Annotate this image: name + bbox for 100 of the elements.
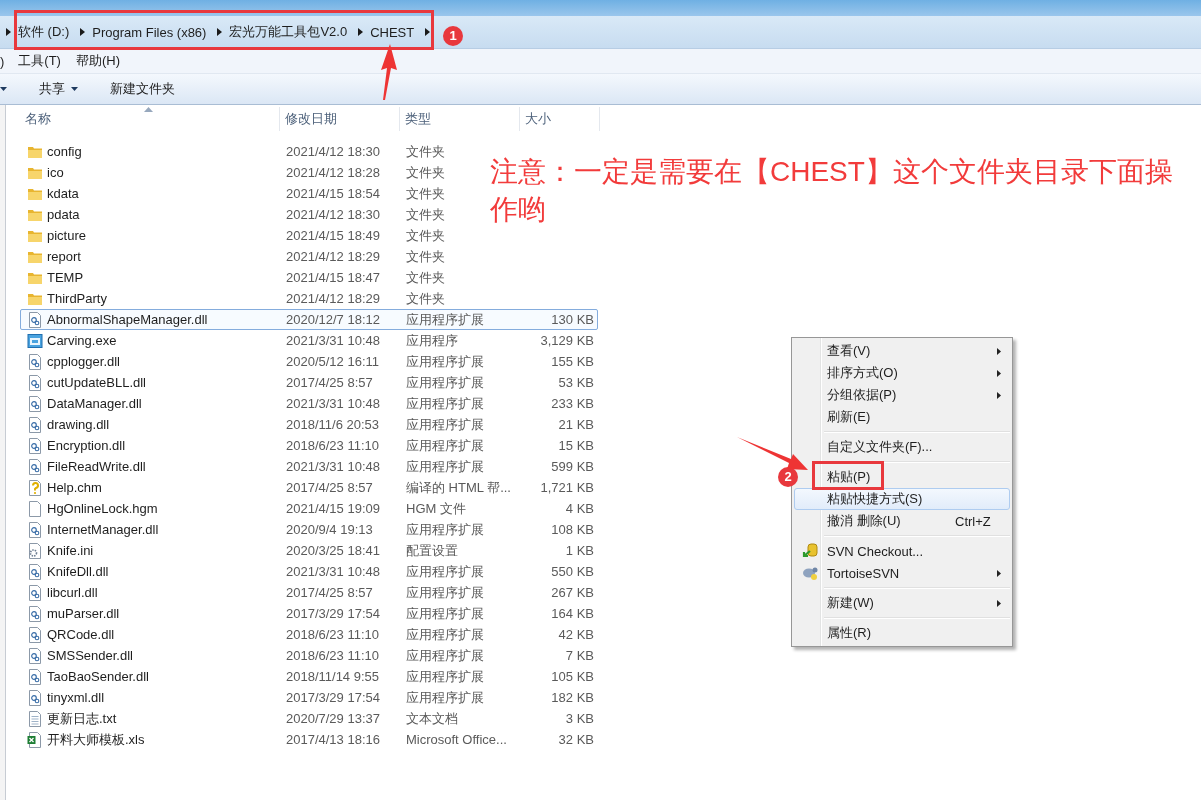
file-name[interactable]: report (47, 249, 81, 264)
column-header[interactable]: 名称 (20, 107, 280, 131)
file-name[interactable]: pdata (47, 207, 80, 222)
file-name[interactable]: tinyxml.dll (47, 690, 105, 705)
size-cell: 7 KB (565, 648, 594, 663)
size-cell: 53 KB (558, 375, 594, 390)
file-name[interactable]: Help.chm (47, 480, 102, 495)
breadcrumb-item[interactable]: 宏光万能工具包V2.0 (229, 23, 348, 41)
checkout-icon (801, 542, 819, 560)
file-name[interactable]: HgOnlineLock.hgm (47, 501, 158, 516)
type-cell: Microsoft Office... (406, 732, 507, 747)
column-header[interactable]: 修改日期 (280, 107, 400, 131)
size-cell: 21 KB (558, 417, 594, 432)
menu-item[interactable]: 工具(T) (18, 52, 61, 70)
type-cell: 应用程序扩展 (406, 584, 484, 600)
file-name[interactable]: SMSSender.dll (47, 648, 133, 663)
dll-file-icon (27, 311, 43, 328)
file-name[interactable]: kdata (47, 186, 79, 201)
column-header[interactable]: 类型 (400, 107, 520, 131)
menu-item[interactable]: 查看(V) (794, 340, 1010, 362)
size-cell: 599 KB (551, 459, 594, 474)
type-cell: 文件夹 (406, 164, 445, 180)
date-cell: 2021/3/31 10:48 (286, 564, 380, 579)
breadcrumb-item[interactable]: CHEST (370, 24, 415, 40)
date-cell: 2021/4/12 18:30 (286, 207, 380, 222)
file-name[interactable]: ThirdParty (47, 291, 107, 306)
toolbar-button[interactable]: 共享 (33, 78, 84, 100)
type-cell: 文本文档 (406, 710, 458, 726)
application-icon (27, 332, 43, 349)
menu-item[interactable]: SVN Checkout... (794, 540, 1010, 562)
chevron-icon (6, 28, 11, 36)
text-file-icon (27, 710, 43, 727)
file-name[interactable]: cutUpdateBLL.dll (47, 375, 146, 390)
size-cell: 130 KB (551, 312, 594, 327)
file-name[interactable]: picture (47, 228, 87, 243)
size-cell: 164 KB (551, 606, 594, 621)
breadcrumb-item[interactable]: 软件 (D:) (18, 23, 70, 41)
date-cell: 2018/11/14 9:55 (286, 669, 379, 684)
date-cell: 2017/3/29 17:54 (286, 690, 380, 705)
file-name[interactable]: drawing.dll (47, 417, 110, 432)
type-cell: 文件夹 (406, 185, 445, 201)
menu-item[interactable]: 属性(R) (794, 622, 1010, 644)
dll-file-icon (27, 563, 43, 580)
date-cell: 2021/4/15 18:47 (286, 270, 380, 285)
column-header[interactable]: 大小 (520, 107, 600, 131)
dll-file-icon (27, 647, 43, 664)
file-name[interactable]: 开料大师模板.xls (47, 730, 145, 749)
file-name[interactable]: TEMP (47, 270, 84, 285)
spreadsheet-file-icon (27, 731, 43, 748)
date-cell: 2018/6/23 11:10 (286, 438, 379, 453)
dll-file-icon (27, 584, 43, 601)
file-name[interactable]: KnifeDll.dll (47, 564, 109, 579)
size-cell: 4 KB (565, 501, 594, 516)
date-cell: 2021/4/12 18:29 (286, 291, 380, 306)
menu-item[interactable]: 分组依据(P) (794, 384, 1010, 406)
menu-item[interactable]: 撤消 删除(U) Ctrl+Z (794, 510, 1010, 532)
chevron-icon (80, 28, 86, 36)
file-name[interactable]: cpplogger.dll (47, 354, 120, 369)
dll-file-icon (27, 395, 43, 412)
file-name[interactable]: libcurl.dll (47, 585, 98, 600)
menu-item[interactable]: ) (0, 53, 5, 69)
dll-file-icon (27, 626, 43, 643)
dll-file-icon (27, 605, 43, 622)
type-cell: 应用程序扩展 (406, 311, 484, 327)
help-file-icon (27, 479, 43, 496)
file-name[interactable]: TaoBaoSender.dll (47, 669, 149, 684)
menu-item[interactable]: 自定义文件夹(F)... (794, 436, 1010, 458)
toolbar-button[interactable]: 新建文件夹 (104, 78, 181, 100)
file-name[interactable]: QRCode.dll (47, 627, 115, 642)
file-name[interactable]: Carving.exe (47, 333, 117, 348)
file-name[interactable]: FileReadWrite.dll (47, 459, 146, 474)
date-cell: 2021/3/31 10:48 (286, 396, 380, 411)
file-name[interactable]: ico (47, 165, 64, 180)
menu-item[interactable]: TortoiseSVN (794, 562, 1010, 584)
file-name[interactable]: DataManager.dll (47, 396, 142, 411)
menu-item[interactable]: 新建(W) (794, 592, 1010, 614)
menu-item[interactable]: 刷新(E) (794, 406, 1010, 428)
menu-item[interactable]: 排序方式(O) (794, 362, 1010, 384)
menu-item[interactable]: 帮助(H) (75, 52, 120, 70)
file-name[interactable]: Encryption.dll (47, 438, 126, 453)
dll-file-icon (27, 521, 43, 538)
selected-file-row[interactable]: AbnormalShapeManager.dll 2020/12/7 18:12 应用程序扩展 130 KB (20, 309, 598, 330)
file-name[interactable]: Knife.ini (47, 543, 94, 558)
file-name[interactable]: AbnormalShapeManager.dll (47, 312, 208, 327)
date-cell: 2017/4/25 8:57 (286, 585, 373, 600)
size-cell: 1 KB (565, 543, 594, 558)
type-cell: 文件夹 (406, 290, 445, 306)
breadcrumb-item[interactable]: Program Files (x86) (92, 24, 207, 40)
type-cell: 应用程序扩展 (406, 437, 484, 453)
size-cell: 108 KB (551, 522, 594, 537)
menu-item[interactable]: 粘贴快捷方式(S) (794, 488, 1010, 510)
date-cell: 2020/9/4 19:13 (286, 522, 373, 537)
date-cell: 2021/4/12 18:28 (286, 165, 380, 180)
type-cell: 文件夹 (406, 143, 445, 159)
file-name[interactable]: 更新日志.txt (47, 709, 117, 728)
date-cell: 2020/3/25 18:41 (286, 543, 380, 558)
file-name[interactable]: muParser.dll (47, 606, 120, 621)
type-cell: 应用程序扩展 (406, 647, 484, 663)
file-name[interactable]: InternetManager.dll (47, 522, 159, 537)
file-name[interactable]: config (47, 144, 82, 159)
